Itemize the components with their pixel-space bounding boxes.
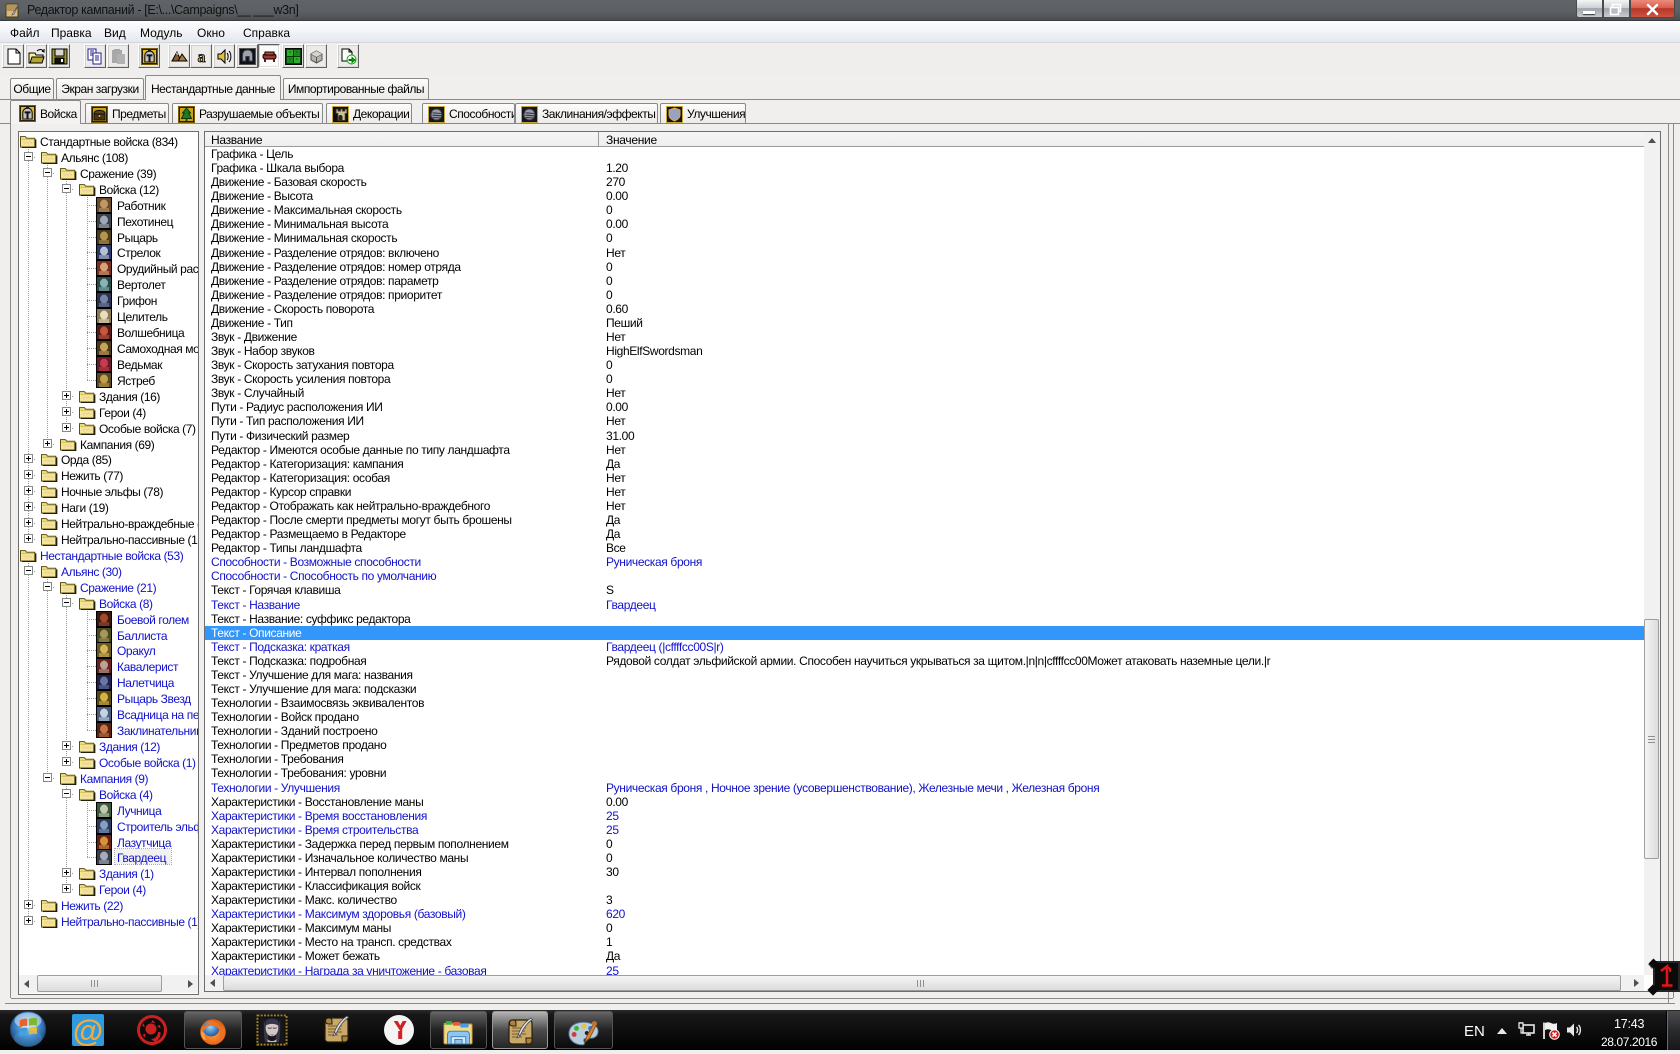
svg-text:a: a	[198, 49, 206, 65]
svg-text:@: @	[73, 1014, 103, 1046]
